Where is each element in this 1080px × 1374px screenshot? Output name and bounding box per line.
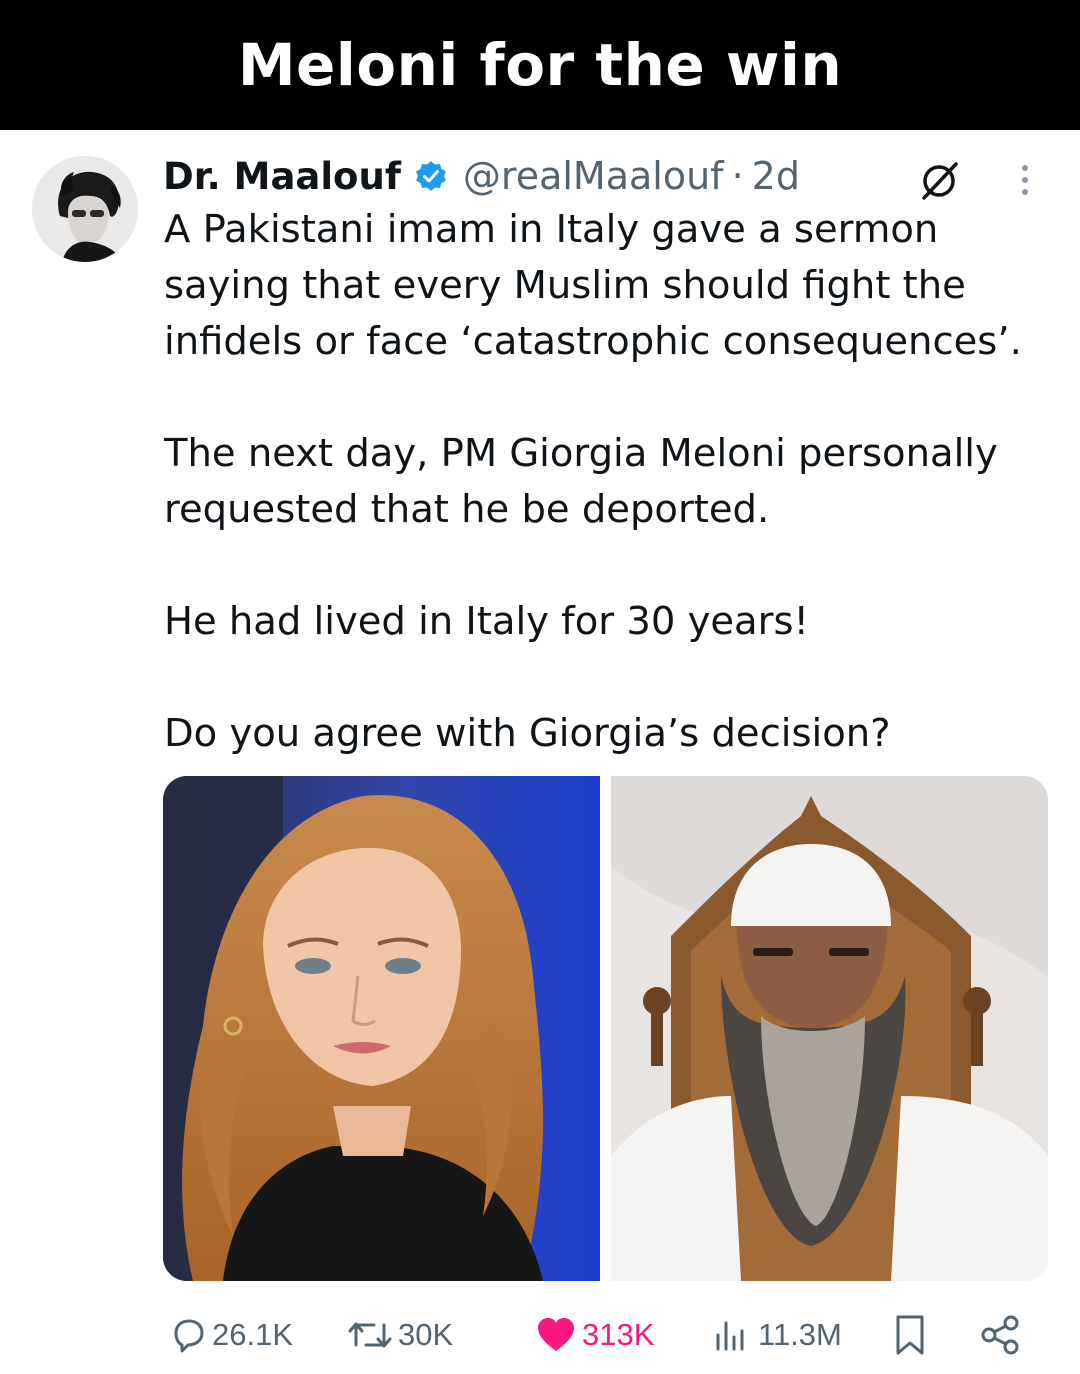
tweet-line: A Pakistani imam in Italy gave a sermon bbox=[164, 207, 939, 252]
tweet-line: Do you agree with Giorgia’s decision? bbox=[164, 711, 891, 756]
media-photo-right[interactable] bbox=[611, 776, 1048, 1281]
like-count: 313K bbox=[582, 1317, 655, 1352]
tweet-line: saying that every Muslim should fight th… bbox=[164, 263, 966, 308]
verified-badge-icon bbox=[415, 160, 447, 192]
repost-icon bbox=[348, 1322, 392, 1348]
tweet-line: infidels or face ‘catastrophic consequen… bbox=[164, 319, 1022, 364]
tweet-line: The next day, PM Giorgia Meloni personal… bbox=[164, 431, 998, 476]
tweet-media[interactable] bbox=[163, 776, 1048, 1281]
tweet-line: requested that he be deported. bbox=[164, 487, 770, 532]
avatar[interactable] bbox=[32, 156, 138, 262]
views-chart-icon bbox=[716, 1321, 744, 1351]
views-button[interactable]: 11.3M bbox=[710, 1310, 842, 1360]
reply-button[interactable]: 26.1K bbox=[168, 1310, 293, 1360]
reply-icon bbox=[174, 1319, 204, 1353]
avatar-image bbox=[32, 156, 138, 262]
author-handle[interactable]: @realMaalouf bbox=[463, 154, 724, 198]
share-button[interactable] bbox=[978, 1310, 1022, 1360]
share-icon bbox=[981, 1315, 1019, 1355]
tweet-line: He had lived in Italy for 30 years! bbox=[164, 599, 809, 644]
views-count: 11.3M bbox=[758, 1317, 842, 1352]
media-photo-left[interactable] bbox=[163, 776, 600, 1281]
bookmark-icon bbox=[896, 1315, 924, 1355]
grok-icon[interactable] bbox=[918, 158, 962, 202]
tweet-header: Dr. Maalouf @realMaalouf · 2d bbox=[163, 150, 800, 202]
tweet-text: A Pakistani imam in Italy gave a sermon … bbox=[164, 202, 1044, 762]
photo-bearded-man-portrait-icon bbox=[611, 776, 1048, 1281]
like-button[interactable]: 313K bbox=[534, 1310, 654, 1360]
tweet-actions: 26.1K 30K 313K 11.3M bbox=[168, 1310, 1038, 1360]
author-display-name[interactable]: Dr. Maalouf bbox=[163, 155, 401, 198]
reply-count: 26.1K bbox=[212, 1317, 294, 1352]
banner-title: Meloni for the win bbox=[237, 31, 843, 99]
heart-icon bbox=[538, 1318, 574, 1351]
photo-woman-portrait-icon bbox=[163, 776, 600, 1281]
meme-banner: Meloni for the win bbox=[0, 0, 1080, 130]
tweet-age[interactable]: 2d bbox=[752, 154, 800, 198]
header-separator: · bbox=[731, 154, 744, 198]
bookmark-button[interactable] bbox=[890, 1310, 930, 1360]
repost-button[interactable]: 30K bbox=[346, 1310, 453, 1360]
more-options-icon[interactable] bbox=[1010, 162, 1040, 198]
repost-count: 30K bbox=[398, 1317, 454, 1352]
